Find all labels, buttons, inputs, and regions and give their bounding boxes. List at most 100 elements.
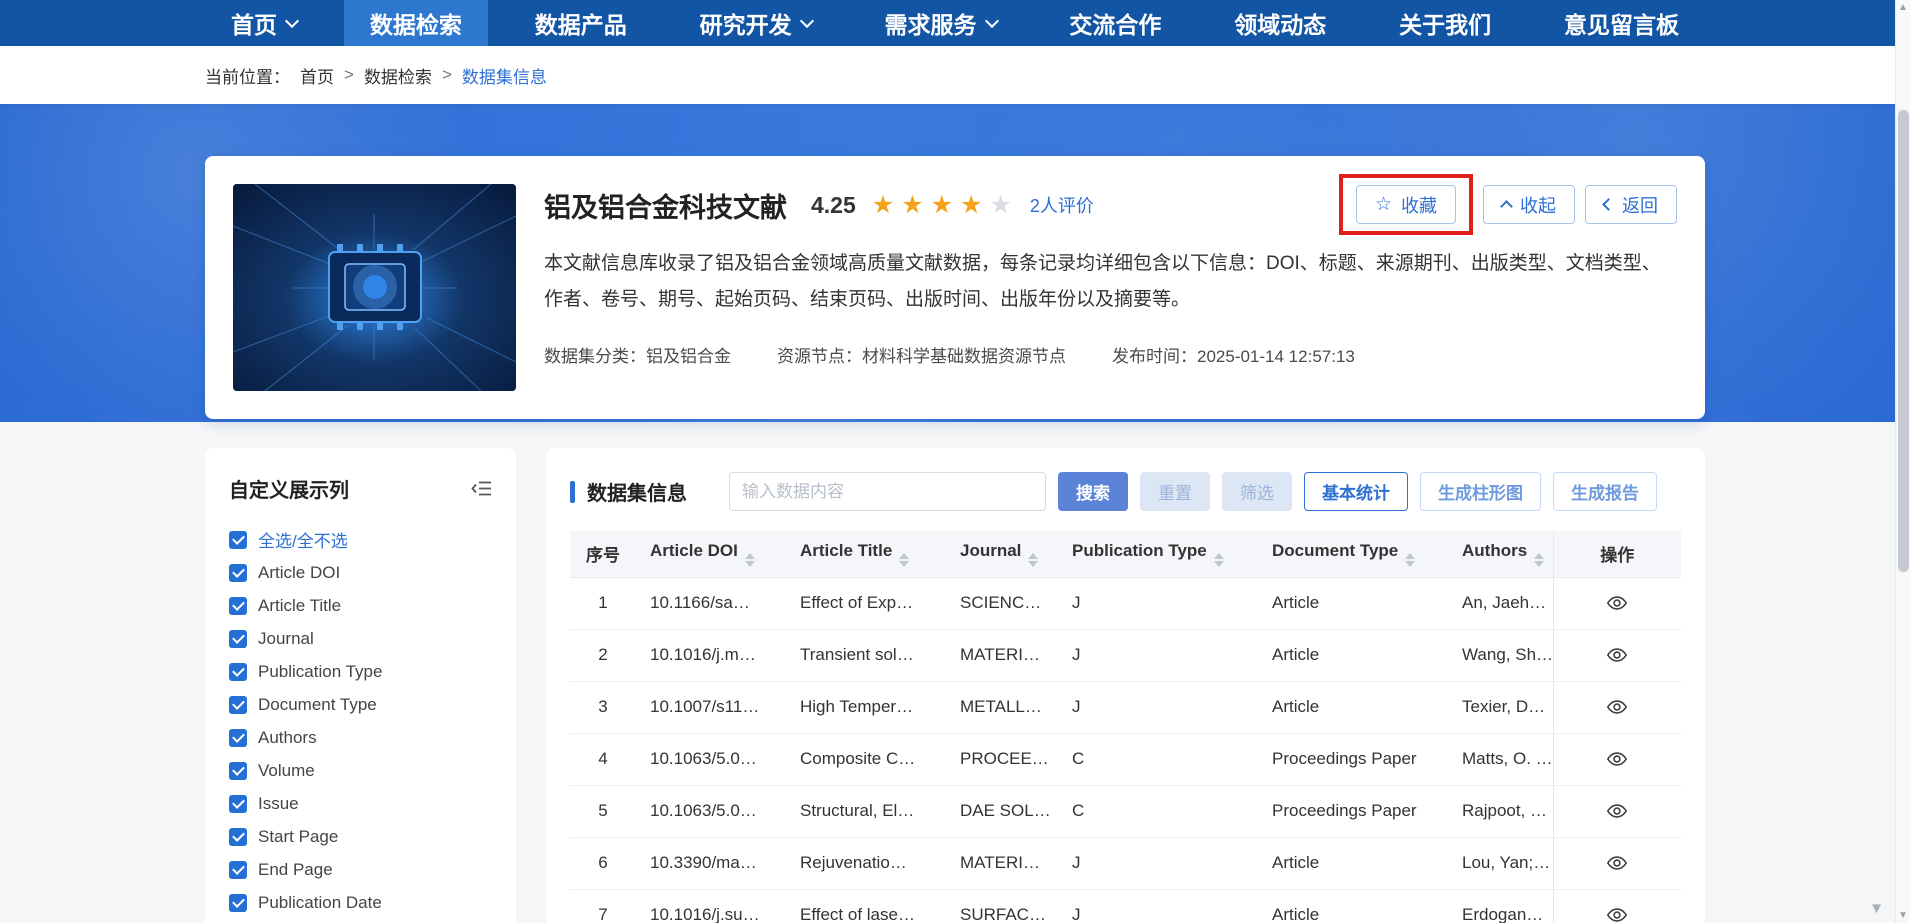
column-toggle-item[interactable]: Issue: [229, 787, 492, 820]
cell-doi: 10.1063/5.0…: [636, 733, 786, 785]
scrollbar-up-arrow[interactable]: ▲: [1896, 2, 1910, 13]
column-header-authors[interactable]: Authors: [1448, 531, 1553, 577]
column-toggle-item[interactable]: End Page: [229, 853, 492, 886]
checkbox-checked-icon[interactable]: [229, 894, 247, 912]
column-toggle-item[interactable]: Volume: [229, 754, 492, 787]
checkbox-checked-icon[interactable]: [229, 531, 247, 549]
checkbox-checked-icon[interactable]: [229, 564, 247, 582]
chevron-down-icon: [800, 13, 814, 27]
column-header-pub_type[interactable]: Publication Type: [1058, 531, 1258, 577]
column-toggle-item[interactable]: Start Page: [229, 820, 492, 853]
column-toggle-select-all[interactable]: 全选/全不选: [229, 523, 492, 556]
checkbox-checked-icon[interactable]: [229, 696, 247, 714]
checkbox-checked-icon[interactable]: [229, 597, 247, 615]
reset-button[interactable]: 重置: [1140, 472, 1210, 511]
nav-item-7[interactable]: 领域动态: [1208, 0, 1352, 46]
favorite-button[interactable]: ☆ 收藏: [1356, 185, 1456, 224]
nav-item-1[interactable]: 首页: [205, 0, 323, 46]
view-icon[interactable]: [1606, 592, 1628, 614]
checkbox-checked-icon[interactable]: [229, 828, 247, 846]
nav-item-8[interactable]: 关于我们: [1373, 0, 1517, 46]
nav-item-label: 数据产品: [535, 6, 627, 40]
nav-item-9[interactable]: 意见留言板: [1538, 0, 1705, 46]
checkbox-checked-icon[interactable]: [229, 795, 247, 813]
column-toggle-item[interactable]: Article DOI: [229, 556, 492, 589]
window-scrollbar[interactable]: ▲ ▼: [1895, 0, 1910, 923]
breadcrumb-item[interactable]: 数据集信息: [462, 63, 547, 88]
column-toggle-item[interactable]: Publication Date: [229, 886, 492, 919]
column-toggle-item[interactable]: Document Type: [229, 688, 492, 721]
star-icon[interactable]: ★: [960, 193, 982, 218]
view-icon[interactable]: [1606, 800, 1628, 822]
search-button[interactable]: 搜索: [1058, 472, 1128, 511]
sort-icon[interactable]: [1028, 553, 1038, 567]
sort-icon[interactable]: [1405, 553, 1415, 567]
cell-doi: 10.1166/sa…: [636, 577, 786, 629]
column-toggle-item[interactable]: Article Title: [229, 589, 492, 622]
nav-item-6[interactable]: 交流合作: [1043, 0, 1187, 46]
checkbox-checked-icon[interactable]: [229, 861, 247, 879]
back-button[interactable]: 返回: [1585, 185, 1677, 224]
column-header-label: 序号: [586, 546, 620, 565]
sort-icon[interactable]: [899, 553, 909, 567]
nav-item-5[interactable]: 需求服务: [859, 0, 1023, 46]
search-input[interactable]: [729, 472, 1046, 511]
collapse-button-label: 收起: [1520, 192, 1556, 218]
nav-item-3[interactable]: 数据产品: [509, 0, 653, 46]
cell-no: 3: [570, 681, 636, 733]
scrollbar-down-arrow[interactable]: ▼: [1896, 910, 1910, 921]
filter-button[interactable]: 筛选: [1222, 472, 1292, 511]
nav-item-4[interactable]: 研究开发: [674, 0, 838, 46]
checkbox-checked-icon[interactable]: [229, 729, 247, 747]
column-header-doc_type[interactable]: Document Type: [1258, 531, 1448, 577]
rating-value: 4.25: [811, 192, 856, 219]
view-icon[interactable]: [1606, 852, 1628, 874]
basic-stats-button[interactable]: 基本统计: [1304, 472, 1408, 511]
view-icon[interactable]: [1606, 696, 1628, 718]
cell-pub_type: J: [1058, 837, 1258, 889]
sort-icon[interactable]: [1214, 553, 1224, 567]
column-toggle-label: Authors: [258, 728, 317, 748]
column-header-doi[interactable]: Article DOI: [636, 531, 786, 577]
scroll-down-indicator: ▼: [1869, 900, 1884, 917]
breadcrumb-item[interactable]: 数据检索: [364, 63, 432, 88]
column-header-label: 操作: [1600, 546, 1634, 565]
column-header-journal[interactable]: Journal: [946, 531, 1058, 577]
star-icon[interactable]: ★: [901, 193, 923, 218]
view-icon[interactable]: [1606, 644, 1628, 666]
collapse-columns-icon[interactable]: [471, 480, 492, 497]
report-button[interactable]: 生成报告: [1553, 472, 1657, 511]
nav-item-label: 首页: [231, 6, 277, 40]
column-header-op: 操作: [1553, 531, 1681, 577]
sort-icon[interactable]: [745, 553, 755, 567]
table-row: 510.1063/5.0…Structural, El…DAE SOL…CPro…: [570, 785, 1681, 837]
collapse-button[interactable]: 收起: [1483, 185, 1575, 224]
cell-title: High Temper…: [786, 681, 946, 733]
checkbox-checked-icon[interactable]: [229, 663, 247, 681]
bar-chart-button[interactable]: 生成柱形图: [1420, 472, 1541, 511]
cell-no: 1: [570, 577, 636, 629]
scrollbar-thumb[interactable]: [1898, 110, 1909, 572]
column-header-title[interactable]: Article Title: [786, 531, 946, 577]
column-toggle-item[interactable]: Authors: [229, 721, 492, 754]
rating-count-link[interactable]: 2人评价: [1030, 192, 1094, 218]
cell-no: 2: [570, 629, 636, 681]
star-icon[interactable]: ★: [989, 193, 1011, 218]
view-icon[interactable]: [1606, 904, 1628, 923]
banner: 铝及铝合金科技文献 4.25 ★★★★★ 2人评价 ☆ 收藏 收起: [0, 104, 1910, 422]
nav-item-2[interactable]: 数据检索: [344, 0, 488, 46]
cell-authors: Erdogan…: [1448, 889, 1553, 923]
breadcrumb-item[interactable]: 首页: [300, 63, 334, 88]
star-icon[interactable]: ★: [872, 193, 894, 218]
cell-pub_type: J: [1058, 889, 1258, 923]
view-icon[interactable]: [1606, 748, 1628, 770]
checkbox-checked-icon[interactable]: [229, 630, 247, 648]
dataset-meta: 数据集分类：铝及铝合金 资源节点：材料科学基础数据资源节点 发布时间：2025-…: [544, 342, 1677, 367]
star-icon[interactable]: ★: [931, 193, 953, 218]
checkbox-checked-icon[interactable]: [229, 762, 247, 780]
cell-actions: [1553, 837, 1681, 889]
column-toggle-item[interactable]: Journal: [229, 622, 492, 655]
sort-icon[interactable]: [1534, 553, 1544, 567]
column-toggle-item[interactable]: Publication Type: [229, 655, 492, 688]
cell-actions: [1553, 733, 1681, 785]
